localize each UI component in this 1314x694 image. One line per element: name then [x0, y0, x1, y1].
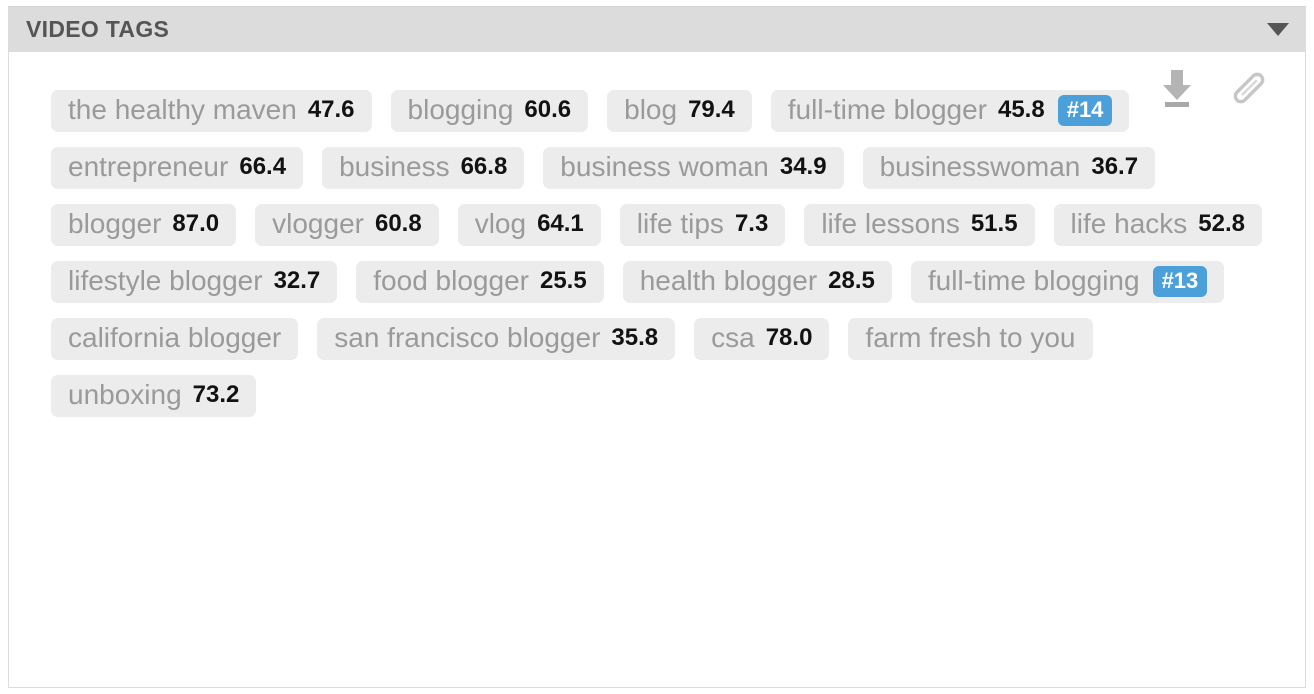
tag-chip[interactable]: lifestyle blogger 32.7 [51, 261, 338, 303]
tag-label: health blogger [639, 265, 818, 296]
tag-score: 36.7 [1091, 153, 1139, 180]
tag-label: business [339, 151, 450, 182]
tag-label: blogger [68, 208, 162, 239]
tag-chip[interactable]: entrepreneur 66.4 [51, 147, 304, 189]
page-title: VIDEO TAGS [26, 16, 170, 42]
tag-score: 52.8 [1198, 210, 1245, 237]
tag-chip[interactable]: life hacks 52.8 [1053, 204, 1262, 246]
tag-label: life hacks [1070, 208, 1188, 239]
tag-label: life tips [636, 208, 724, 239]
tag-chip[interactable]: businesswoman 36.7 [862, 147, 1156, 189]
tag-score: 51.5 [970, 210, 1018, 237]
panel-body: the healthy maven 47.6 blogging 60.6 blog 79.… [9, 52, 1305, 687]
tag-chip[interactable]: the healthy maven 47.6 [51, 90, 372, 132]
tag-label: full-time blogging [927, 265, 1140, 296]
panel-actions [1155, 68, 1269, 108]
video-tags-screen: VIDEO TAGS the healthy maven 47.6 bloggi… [0, 0, 1314, 694]
tag-chip[interactable]: san francisco blogger 35.8 [317, 318, 676, 360]
tag-label: blog [624, 94, 678, 125]
tag-score: 87.0 [172, 210, 220, 237]
tag-chip[interactable]: blog 79.4 [607, 90, 752, 132]
paperclip-icon[interactable] [1229, 68, 1269, 108]
panel-collapse-toggle[interactable] [1267, 19, 1289, 41]
tag-rank-badge: #13 [1152, 265, 1208, 297]
video-tags-panel: VIDEO TAGS the healthy maven 47.6 bloggi… [8, 6, 1306, 688]
tag-label: entrepreneur [68, 151, 229, 182]
tag-label: vlog [474, 208, 527, 239]
tag-chip[interactable]: life lessons 51.5 [804, 204, 1035, 246]
tag-label: businesswoman [879, 151, 1081, 182]
tag-chip[interactable]: full-time blogger 45.8 #14 [770, 90, 1130, 132]
tag-chip[interactable]: california blogger [51, 318, 299, 360]
tag-label: san francisco blogger [334, 322, 601, 353]
tag-score: 47.6 [307, 96, 355, 123]
tag-label: business woman [560, 151, 769, 182]
tag-label: farm fresh to you [865, 322, 1076, 353]
tag-score: 66.8 [460, 153, 508, 180]
tag-chip[interactable]: food blogger 25.5 [356, 261, 604, 303]
tag-score: 66.4 [239, 153, 287, 180]
tag-score: 79.4 [688, 96, 735, 123]
tag-chip[interactable]: business 66.8 [322, 147, 525, 189]
tag-score: 60.6 [524, 96, 572, 123]
tag-score: 32.7 [273, 267, 321, 294]
tag-chip[interactable]: life tips 7.3 [619, 204, 786, 246]
tag-score: 34.9 [779, 153, 827, 180]
tag-score: 60.8 [374, 210, 422, 237]
tag-score: 28.5 [828, 267, 875, 294]
tag-score: 7.3 [734, 210, 769, 237]
tag-score: 35.8 [611, 324, 659, 351]
tag-chip[interactable]: csa 78.0 [694, 318, 830, 360]
tag-label: life lessons [821, 208, 960, 239]
tag-score: 73.2 [192, 381, 240, 408]
tag-chip[interactable]: blogger 87.0 [51, 204, 237, 246]
tag-label: vlogger [272, 208, 364, 239]
tag-label: california blogger [68, 322, 282, 353]
tag-chip[interactable]: farm fresh to you [848, 318, 1093, 360]
tag-score: 64.1 [537, 210, 584, 237]
tag-label: unboxing [68, 379, 182, 410]
tag-label: full-time blogger [787, 94, 987, 125]
tag-chip[interactable]: full-time blogging #13 [910, 261, 1225, 303]
tag-label: food blogger [373, 265, 529, 296]
tag-chip[interactable]: health blogger 28.5 [622, 261, 892, 303]
tag-label: lifestyle blogger [68, 265, 263, 296]
download-icon[interactable] [1155, 68, 1199, 108]
tag-score: 45.8 [997, 96, 1045, 123]
tag-chip[interactable]: blogging 60.6 [390, 90, 589, 132]
tag-label: blogging [407, 94, 514, 125]
tag-chip[interactable]: vlog 64.1 [457, 204, 601, 246]
tag-chip[interactable]: unboxing 73.2 [51, 375, 257, 417]
tag-score: 25.5 [539, 267, 587, 294]
tag-label: the healthy maven [68, 94, 297, 125]
tag-cloud: the healthy maven 47.6 blogging 60.6 blog 79.… [9, 52, 1305, 427]
tag-chip[interactable]: vlogger 60.8 [255, 204, 439, 246]
tag-chip[interactable]: business woman 34.9 [543, 147, 844, 189]
tag-label: csa [711, 322, 755, 353]
tag-score: 78.0 [765, 324, 813, 351]
chevron-down-icon [1267, 23, 1289, 36]
panel-header[interactable]: VIDEO TAGS [9, 6, 1305, 52]
tag-rank-badge: #14 [1057, 94, 1113, 126]
